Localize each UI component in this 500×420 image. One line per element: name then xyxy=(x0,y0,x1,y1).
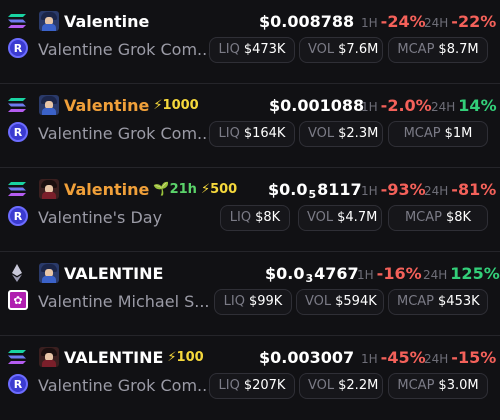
raydium-icon: R xyxy=(8,38,28,58)
change-24h: 24H 14% xyxy=(431,96,497,115)
solana-icon xyxy=(7,11,27,31)
change-1h: 1H -16% xyxy=(357,264,422,283)
age-badge: 🌱21h xyxy=(153,182,197,197)
token-row[interactable]: R Valentine ⚡1000 Valentine Grok Com... … xyxy=(0,84,500,168)
liquidity-pill: LIQ $207K xyxy=(209,373,295,399)
token-row[interactable]: R Valentine Valentine Grok Com... $0.008… xyxy=(0,0,500,84)
raydium-icon: R xyxy=(8,206,28,226)
liquidity-pill: LIQ $473K xyxy=(209,37,295,63)
token-name[interactable]: VALENTINE ⚡100 xyxy=(64,347,204,369)
raydium-icon: R xyxy=(8,122,28,142)
token-name-text: Valentine xyxy=(64,12,150,31)
token-avatar xyxy=(39,179,59,199)
token-row[interactable]: R Valentine 🌱21h ⚡500 Valentine's Day $0… xyxy=(0,168,500,252)
boost-badge: ⚡500 xyxy=(200,182,238,197)
token-fullname: Valentine's Day xyxy=(38,208,163,227)
token-fullname: Valentine Grok Com... xyxy=(38,40,213,59)
token-row[interactable]: R VALENTINE ⚡100 Valentine Grok Com... $… xyxy=(0,336,500,420)
mcap-pill: MCAP $3.0M xyxy=(388,373,488,399)
token-name-text: Valentine xyxy=(64,96,150,115)
liquidity-pill: LIQ $164K xyxy=(209,121,295,147)
volume-pill: VOL $7.6M xyxy=(299,37,383,63)
ethereum-icon xyxy=(7,263,27,283)
change-1h: 1H -45% xyxy=(361,348,426,367)
token-avatar xyxy=(39,347,59,367)
change-24h: 24H 125% xyxy=(423,264,500,283)
token-name-text: Valentine xyxy=(64,180,150,199)
token-price: $0.001088 xyxy=(269,96,365,115)
liquidity-pill: LIQ $99K xyxy=(214,289,292,315)
solana-icon xyxy=(7,179,27,199)
bolt-icon: ⚡ xyxy=(167,350,177,365)
token-name[interactable]: Valentine ⚡1000 xyxy=(64,95,199,117)
bolt-icon: ⚡ xyxy=(153,98,163,113)
solana-icon xyxy=(7,347,27,367)
volume-pill: VOL $2.3M xyxy=(299,121,383,147)
volume-pill: VOL $4.7M xyxy=(298,205,382,231)
token-name-text: VALENTINE xyxy=(64,264,164,283)
token-avatar xyxy=(39,11,59,31)
token-name[interactable]: Valentine xyxy=(64,11,149,33)
token-price: $0.008788 xyxy=(259,12,355,31)
boost-badge: ⚡100 xyxy=(167,350,204,365)
change-1h: 1H -93% xyxy=(361,180,426,199)
token-avatar xyxy=(39,263,59,283)
token-fullname: Valentine Grok Com... xyxy=(38,376,213,395)
raydium-icon: R xyxy=(8,374,28,394)
volume-pill: VOL $2.2M xyxy=(299,373,383,399)
token-price: $0.034767 xyxy=(265,264,359,285)
token-name[interactable]: Valentine 🌱21h ⚡500 xyxy=(64,179,237,201)
solana-icon xyxy=(7,95,27,115)
token-fullname: Valentine Grok Com... xyxy=(38,124,213,143)
mcap-pill: MCAP $8K xyxy=(388,205,488,231)
mcap-pill: MCAP $453K xyxy=(388,289,488,315)
volume-pill: VOL $594K xyxy=(296,289,384,315)
change-24h: 24H -81% xyxy=(424,180,497,199)
bolt-icon: ⚡ xyxy=(200,182,211,197)
change-1h: 1H -24% xyxy=(361,12,426,31)
token-fullname: Valentine Michael S... xyxy=(38,292,210,311)
sprout-icon: 🌱 xyxy=(153,182,170,197)
liquidity-pill: LIQ $8K xyxy=(220,205,290,231)
uniswap-icon: ✿ xyxy=(8,290,28,310)
change-24h: 24H -22% xyxy=(424,12,497,31)
token-list: R Valentine Valentine Grok Com... $0.008… xyxy=(0,0,500,415)
mcap-pill: MCAP $1M xyxy=(388,121,488,147)
token-name-text: VALENTINE xyxy=(64,348,164,367)
token-name[interactable]: VALENTINE xyxy=(64,263,163,285)
mcap-pill: MCAP $8.7M xyxy=(388,37,488,63)
token-price: $0.058117 xyxy=(268,180,362,201)
token-avatar xyxy=(39,95,59,115)
token-row[interactable]: ✿ VALENTINE Valentine Michael S... $0.03… xyxy=(0,252,500,336)
token-price: $0.003007 xyxy=(259,348,355,367)
boost-badge: ⚡1000 xyxy=(153,98,199,113)
change-24h: 24H -15% xyxy=(424,348,497,367)
change-1h: 1H -2.0% xyxy=(361,96,432,115)
